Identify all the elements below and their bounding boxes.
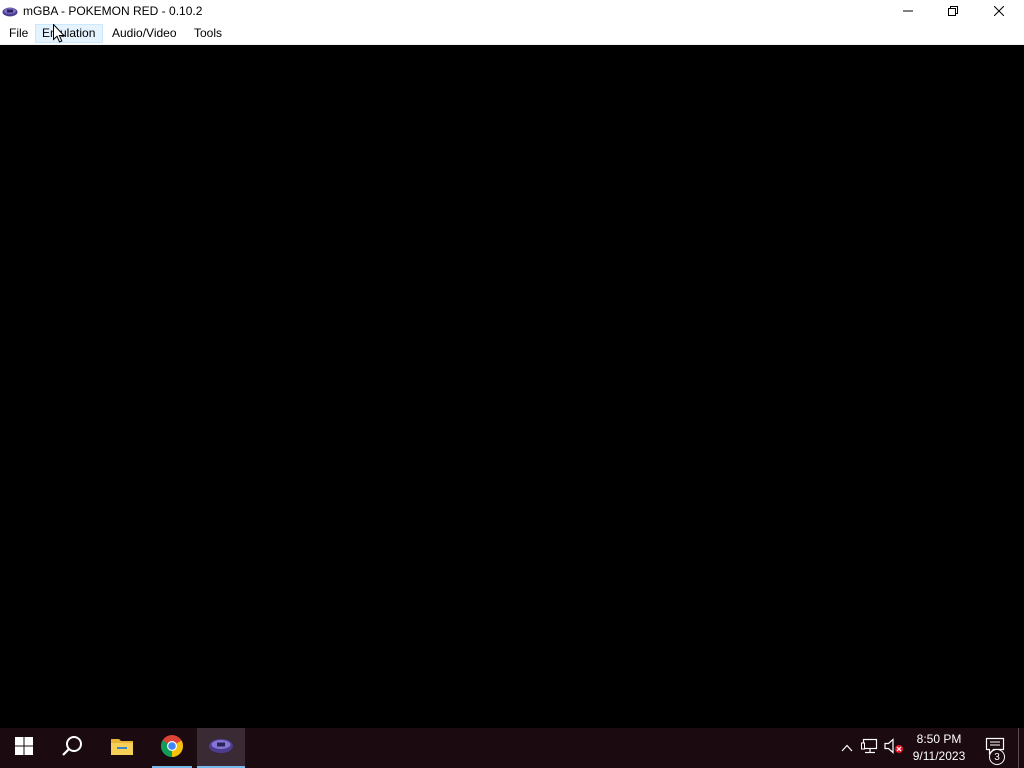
volume-muted-icon: [884, 737, 904, 759]
mgba-window: mGBA - POKEMON RED - 0.10.2 File Emulati…: [0, 0, 1024, 728]
emulator-display[interactable]: [0, 45, 1024, 728]
window-title: mGBA - POKEMON RED - 0.10.2: [23, 4, 203, 18]
menu-file[interactable]: File: [3, 24, 32, 43]
mgba-console-icon: [2, 5, 18, 17]
taskbar: 8:50 PM 9/11/2023 3: [0, 728, 1024, 768]
show-hidden-icons-button[interactable]: [837, 738, 857, 758]
taskbar-clock[interactable]: 8:50 PM 9/11/2023: [906, 731, 972, 765]
close-icon: [993, 3, 1004, 21]
mgba-console-icon: [208, 737, 234, 760]
windows-logo-icon: [15, 736, 33, 760]
mgba-taskbar-button[interactable]: [197, 728, 245, 768]
show-desktop-button[interactable]: [1018, 728, 1024, 768]
volume-button[interactable]: [884, 737, 904, 759]
chevron-up-icon: [841, 739, 853, 757]
maximize-button[interactable]: [930, 0, 975, 23]
clock-date: 9/11/2023: [912, 749, 966, 763]
notification-count-badge: 3: [989, 749, 1005, 765]
menu-tools[interactable]: Tools: [188, 24, 230, 43]
chrome-button[interactable]: [148, 728, 196, 768]
network-button[interactable]: [860, 738, 880, 758]
menu-emulation[interactable]: Emulation: [35, 24, 103, 43]
minimize-button[interactable]: [885, 0, 930, 23]
clock-time: 8:50 PM: [916, 732, 962, 746]
start-button[interactable]: [0, 728, 48, 768]
menu-bar: File Emulation Audio/Video Tools: [0, 23, 1024, 45]
menu-audio-video[interactable]: Audio/Video: [106, 24, 186, 43]
file-explorer-button[interactable]: [98, 728, 146, 768]
minimize-icon: [902, 3, 913, 21]
chrome-icon: [160, 734, 184, 763]
network-icon: [861, 738, 879, 759]
folder-icon: [110, 736, 134, 761]
search-icon: [61, 735, 83, 762]
title-bar[interactable]: mGBA - POKEMON RED - 0.10.2: [0, 0, 1024, 23]
restore-icon: [947, 3, 958, 21]
search-button[interactable]: [48, 728, 96, 768]
close-button[interactable]: [976, 0, 1021, 23]
